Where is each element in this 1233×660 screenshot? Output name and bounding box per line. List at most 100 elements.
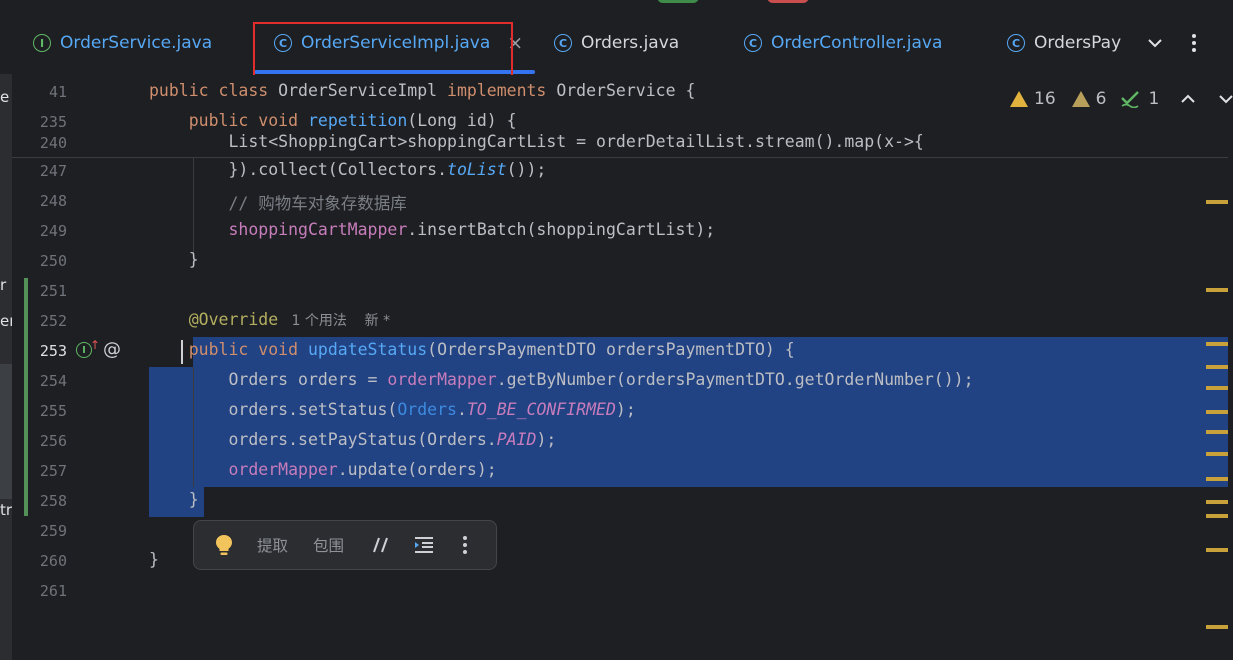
code-token: Orders orders = — [149, 370, 388, 389]
line-number: 261 — [39, 582, 67, 600]
code-line[interactable]: public class OrderServiceImpl implements… — [149, 81, 695, 100]
line-number: 258 — [39, 492, 67, 510]
code-token: ); — [536, 430, 557, 449]
warning-count: 16 — [1034, 89, 1056, 109]
code-token: repetition — [307, 111, 408, 130]
code-token: (Long id) { — [407, 111, 517, 130]
error-stripe-mark[interactable] — [1206, 625, 1228, 629]
tab-label: OrderController.java — [771, 33, 943, 53]
code-token: toList — [447, 160, 507, 179]
error-stripe-mark[interactable] — [1206, 514, 1228, 518]
error-stripe-mark[interactable] — [1206, 200, 1228, 204]
typo-check-icon — [1121, 91, 1140, 108]
code-line[interactable]: } — [149, 550, 159, 569]
tab-orders[interactable]: C Orders.java — [554, 12, 679, 74]
code-line[interactable]: Orders orders = orderMapper.getByNumber(… — [149, 370, 974, 389]
error-stripe-mark[interactable] — [1206, 288, 1228, 292]
code-line[interactable]: List<ShoppingCart>shoppingCartList = ord… — [149, 132, 924, 151]
editor-tab-bar: I OrderService.java C OrderServiceImpl.j… — [12, 12, 1228, 74]
previous-highlight-icon[interactable] — [1179, 90, 1197, 108]
surround-with-button[interactable]: 包围 — [313, 521, 344, 569]
code-token: orderMapper — [387, 370, 497, 389]
code-token: } — [149, 250, 199, 269]
code-token: List<ShoppingCart>shoppingCartList = ord… — [149, 132, 924, 151]
inspection-widget[interactable]: 16 6 1 — [1010, 84, 1233, 114]
code-line[interactable]: }).collect(Collectors.toList()); — [149, 160, 546, 179]
line-number: 253 — [39, 342, 67, 360]
code-line[interactable]: @Override 1 个用法 新 * — [149, 310, 390, 330]
code-token: . — [456, 400, 467, 419]
class-icon: C — [554, 34, 572, 52]
project-panel-edge[interactable]: e r er tr — [0, 74, 15, 660]
error-stripe-mark[interactable] — [1206, 548, 1228, 552]
line-number: 255 — [39, 402, 67, 420]
code-token: PAID — [496, 430, 537, 449]
line-number: 251 — [39, 282, 67, 300]
code-token: OrderServiceImpl — [278, 81, 448, 100]
extract-button[interactable]: 提取 — [257, 521, 288, 569]
intention-bulb-icon[interactable] — [214, 521, 234, 569]
code-line[interactable]: public void updateStatus(OrdersPaymentDT… — [149, 340, 795, 359]
code-token: }).collect(Collectors. — [149, 160, 448, 179]
code-token: (OrdersPaymentDTO ordersPaymentDTO) { — [427, 340, 795, 359]
line-number: 256 — [39, 432, 67, 450]
code-token: @Override — [149, 310, 279, 329]
code-token: .insertBatch(shoppingCartList); — [407, 220, 716, 239]
line-number: 260 — [39, 552, 67, 570]
window-top-strip — [0, 0, 1233, 12]
code-token: Orders — [397, 400, 457, 419]
code-line[interactable]: public void repetition(Long id) { — [149, 111, 517, 130]
more-actions-icon[interactable] — [462, 521, 468, 569]
typo-count: 1 — [1148, 89, 1160, 109]
code-token: implements — [447, 81, 557, 100]
code-line[interactable]: shoppingCartMapper.insertBatch(shoppingC… — [149, 220, 715, 239]
code-token: // 购物车对象存数据库 — [149, 194, 407, 213]
code-line[interactable]: } — [149, 250, 199, 269]
comment-toggle-icon[interactable] — [371, 521, 391, 569]
next-highlight-icon[interactable] — [1217, 90, 1233, 108]
error-stripe-mark[interactable] — [1206, 386, 1228, 390]
code-line[interactable]: orders.setStatus(Orders.TO_BE_CONFIRMED)… — [149, 400, 636, 419]
code-token: } — [149, 550, 159, 569]
code-token: orderMapper — [149, 460, 338, 479]
tab-orderspayment[interactable]: C OrdersPay — [1007, 12, 1125, 74]
project-item-text: tr — [0, 501, 13, 519]
tab-orderservice[interactable]: I OrderService.java — [33, 12, 212, 74]
class-icon: C — [1007, 34, 1025, 52]
line-number: 240 — [39, 134, 67, 152]
code-line[interactable]: orders.setPayStatus(Orders.PAID); — [149, 430, 556, 449]
code-line[interactable]: orderMapper.update(orders); — [149, 460, 496, 479]
error-stripe-mark[interactable] — [1206, 365, 1228, 369]
code-token: orders.setPayStatus(Orders. — [149, 430, 497, 449]
tab-overflow-chevron-icon[interactable] — [1145, 12, 1165, 74]
code-token: .getByNumber(ordersPaymentDTO.getOrderNu… — [496, 370, 974, 389]
tab-label: Orders.java — [581, 33, 680, 53]
error-stripe-mark[interactable] — [1206, 477, 1228, 481]
tab-label: OrdersPay — [1034, 33, 1122, 53]
warning-icon — [1010, 91, 1028, 107]
line-number: 259 — [39, 522, 67, 540]
error-stripe-mark[interactable] — [1206, 342, 1228, 346]
error-stripe-mark[interactable] — [1206, 410, 1228, 414]
line-number: 254 — [39, 372, 67, 390]
code-token: ()); — [506, 160, 547, 179]
error-stripe-mark[interactable] — [1206, 500, 1228, 504]
line-number: 252 — [39, 312, 67, 330]
run-status-pill[interactable] — [657, 0, 699, 3]
code-line[interactable]: } — [149, 490, 199, 509]
code-token: TO_BE_CONFIRMED — [466, 400, 616, 419]
line-number: 249 — [39, 222, 67, 240]
weak-warning-count: 6 — [1095, 89, 1107, 109]
line-number: 257 — [39, 462, 67, 480]
error-stripe-mark[interactable] — [1206, 452, 1228, 456]
error-stripe-mark[interactable] — [1206, 430, 1228, 434]
code-token: ); — [615, 400, 636, 419]
error-status-pill[interactable] — [767, 0, 809, 3]
line-number: 248 — [39, 192, 67, 210]
annotation-at-icon[interactable]: @ — [103, 339, 121, 360]
tab-ordercontroller[interactable]: C OrderController.java — [744, 12, 942, 74]
more-options-icon[interactable] — [1190, 12, 1198, 74]
code-token: 1 个用法 新 * — [278, 313, 391, 329]
code-line[interactable]: // 购物车对象存数据库 — [149, 190, 407, 214]
reformat-code-icon[interactable] — [413, 521, 435, 569]
